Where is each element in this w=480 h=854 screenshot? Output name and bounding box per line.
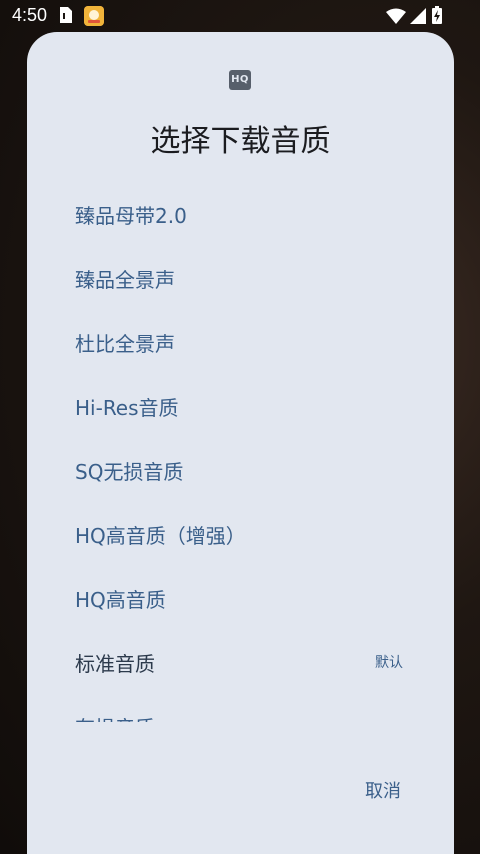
quality-option-master-2-0[interactable]: 臻品母带2.0 — [27, 182, 454, 246]
quality-option-sq-lossless[interactable]: SQ无损音质 — [27, 438, 454, 502]
option-label: HQ高音质（增强） — [75, 524, 246, 548]
quality-option-lossy[interactable]: 有损音质 — [27, 694, 454, 722]
hq-icon: HQ — [229, 70, 251, 90]
option-label: 臻品全景声 — [75, 268, 175, 292]
option-label: 臻品母带2.0 — [75, 204, 187, 228]
wifi-icon — [386, 8, 406, 24]
sim-card-icon — [60, 7, 72, 23]
signal-icon — [410, 8, 426, 24]
quality-option-hi-res[interactable]: Hi-Res音质 — [27, 374, 454, 438]
quality-option-hq[interactable]: HQ高音质 — [27, 566, 454, 630]
option-label: SQ无损音质 — [75, 460, 184, 484]
download-quality-dialog: HQ 选择下载音质 臻品母带2.0 臻品全景声 杜比全景声 Hi-Res音质 S… — [27, 32, 454, 854]
option-label: 有损音质 — [75, 712, 155, 722]
default-tag: 默认 — [375, 655, 403, 671]
quality-option-standard[interactable]: 标准音质 默认 — [27, 630, 454, 694]
quality-option-panoramic[interactable]: 臻品全景声 — [27, 246, 454, 310]
status-bar: 4:50 — [0, 0, 480, 32]
option-label: 杜比全景声 — [75, 332, 175, 356]
option-label: 标准音质 — [75, 652, 155, 676]
cancel-button[interactable]: 取消 — [353, 776, 413, 808]
app-notification-icon — [84, 6, 104, 26]
dialog-title: 选择下载音质 — [150, 124, 331, 159]
status-time: 4:50 — [12, 5, 48, 25]
quality-option-hq-enhanced[interactable]: HQ高音质（增强） — [27, 502, 454, 566]
battery-charging-icon — [432, 6, 442, 24]
option-label: Hi-Res音质 — [75, 396, 179, 420]
quality-option-list[interactable]: 臻品母带2.0 臻品全景声 杜比全景声 Hi-Res音质 SQ无损音质 HQ高音… — [27, 182, 454, 722]
option-label: HQ高音质 — [75, 588, 166, 612]
quality-option-dolby-atmos[interactable]: 杜比全景声 — [27, 310, 454, 374]
